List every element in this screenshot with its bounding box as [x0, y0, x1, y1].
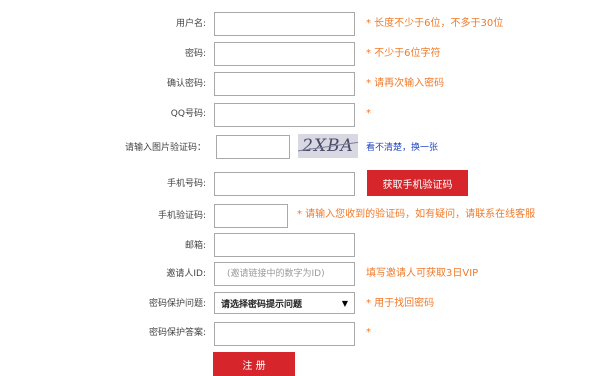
security-answer-hint: * [366, 327, 371, 338]
security-answer-label: 密码保护答案: [148, 328, 206, 338]
username-input[interactable] [214, 12, 355, 36]
captcha-image[interactable]: 2XBA [298, 134, 358, 158]
security-question-select[interactable]: 请选择密码提示问题 ▼ [214, 292, 355, 314]
password-label: 密码: [184, 49, 206, 59]
captcha-input[interactable] [216, 135, 290, 159]
security-answer-input[interactable] [214, 322, 355, 346]
get-sms-code-button[interactable]: 获取手机验证码 [367, 170, 468, 196]
username-hint: * 长度不少于6位，不多于30位 [366, 18, 504, 29]
security-question-selected: 请选择密码提示问题 [221, 299, 303, 310]
dropdown-arrow-icon: ▼ [341, 298, 348, 308]
confirm-password-label: 确认密码: [166, 79, 206, 89]
email-input[interactable] [214, 233, 355, 257]
password-input[interactable] [214, 42, 355, 66]
phone-input[interactable] [214, 172, 355, 196]
qq-label: QQ号码: [170, 109, 206, 119]
sms-code-input[interactable] [214, 204, 288, 228]
captcha-refresh-link[interactable]: 看不清楚，换一张 [366, 142, 438, 154]
inviter-id-input[interactable]: (邀请链接中的数字为ID) [214, 262, 355, 286]
confirm-password-input[interactable] [214, 72, 355, 96]
email-label: 邮箱: [184, 241, 206, 251]
password-hint: * 不少于6位字符 [366, 48, 441, 59]
register-button[interactable]: 注 册 [213, 352, 295, 376]
captcha-label: 请输入图片验证码： [124, 143, 206, 153]
security-question-label: 密码保护问题: [148, 299, 206, 309]
qq-hint: * [366, 108, 371, 119]
username-label: 用户名: [175, 19, 206, 29]
inviter-id-hint: 填写邀请人可获取3日VIP [366, 268, 479, 279]
inviter-id-label: 邀请人ID: [166, 269, 206, 279]
qq-input[interactable] [214, 103, 355, 127]
sms-code-hint: * 请输入您收到的验证码，如有疑问，请联系在线客服 [297, 209, 536, 220]
confirm-password-hint: * 请再次输入密码 [366, 78, 445, 89]
phone-label: 手机号码: [166, 179, 206, 189]
security-question-hint: * 用于找回密码 [366, 298, 435, 309]
sms-code-label: 手机验证码: [157, 211, 206, 221]
